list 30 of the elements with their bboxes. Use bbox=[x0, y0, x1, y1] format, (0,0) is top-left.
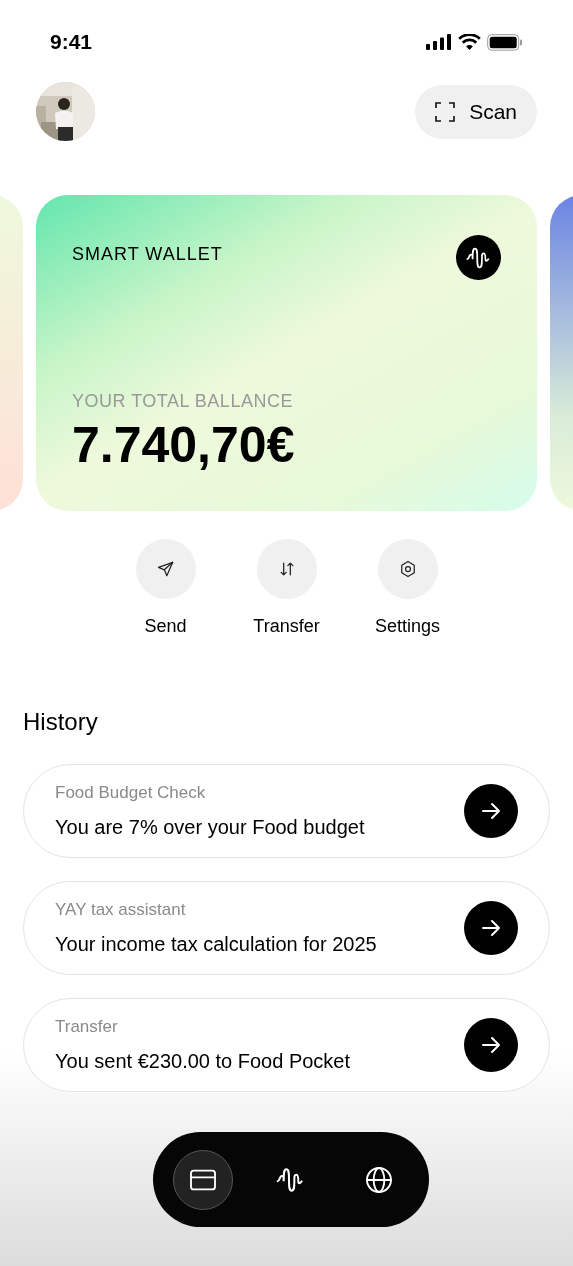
scan-frame-icon bbox=[435, 101, 456, 122]
balance-label: YOUR TOTAL BALLANCE bbox=[72, 390, 294, 413]
balance-amount: 7.740,70€ bbox=[72, 416, 296, 475]
wallet-card[interactable]: SMART WALLET YOUR TOTAL BALLANCE 7.740,70€ bbox=[36, 195, 537, 511]
scan-button[interactable]: Scan bbox=[415, 84, 537, 139]
action-button[interactable]: Send bbox=[130, 539, 201, 640]
wifi-icon bbox=[458, 34, 481, 50]
history-item-title: Transfer bbox=[55, 1016, 119, 1039]
status-time: 9:41 bbox=[50, 29, 93, 56]
arrow-button[interactable] bbox=[464, 1018, 518, 1072]
history-item[interactable]: Transfer You sent €230.00 to Food Pocket bbox=[23, 998, 550, 1092]
action-label: Settings bbox=[374, 615, 440, 638]
card-title: SMART WALLET bbox=[72, 243, 223, 266]
action-button[interactable]: Transfer bbox=[251, 539, 322, 640]
history-item-title: Food Budget Check bbox=[55, 782, 207, 805]
history-item-text: You are 7% over your Food budget bbox=[55, 814, 365, 840]
history-item-title: YAY tax assistant bbox=[55, 899, 187, 922]
history-item[interactable]: Food Budget Check You are 7% over your Food budget bbox=[23, 764, 550, 858]
history-title: History bbox=[22, 707, 99, 737]
battery-icon bbox=[487, 33, 523, 51]
action-button[interactable]: Settings bbox=[372, 539, 443, 640]
signal-icon bbox=[426, 34, 452, 50]
history-item-text: You sent €230.00 to Food Pocket bbox=[55, 1048, 351, 1074]
paper-plane-icon bbox=[155, 559, 176, 579]
arrow-button[interactable] bbox=[464, 901, 518, 955]
history-item[interactable]: YAY tax assistant Your income tax calculation for 2025 bbox=[23, 881, 550, 975]
action-label: Send bbox=[144, 615, 187, 638]
arrow-button[interactable] bbox=[464, 784, 518, 838]
action-label: Transfer bbox=[253, 615, 320, 638]
history-item-text: Your income tax calculation for 2025 bbox=[55, 931, 377, 957]
